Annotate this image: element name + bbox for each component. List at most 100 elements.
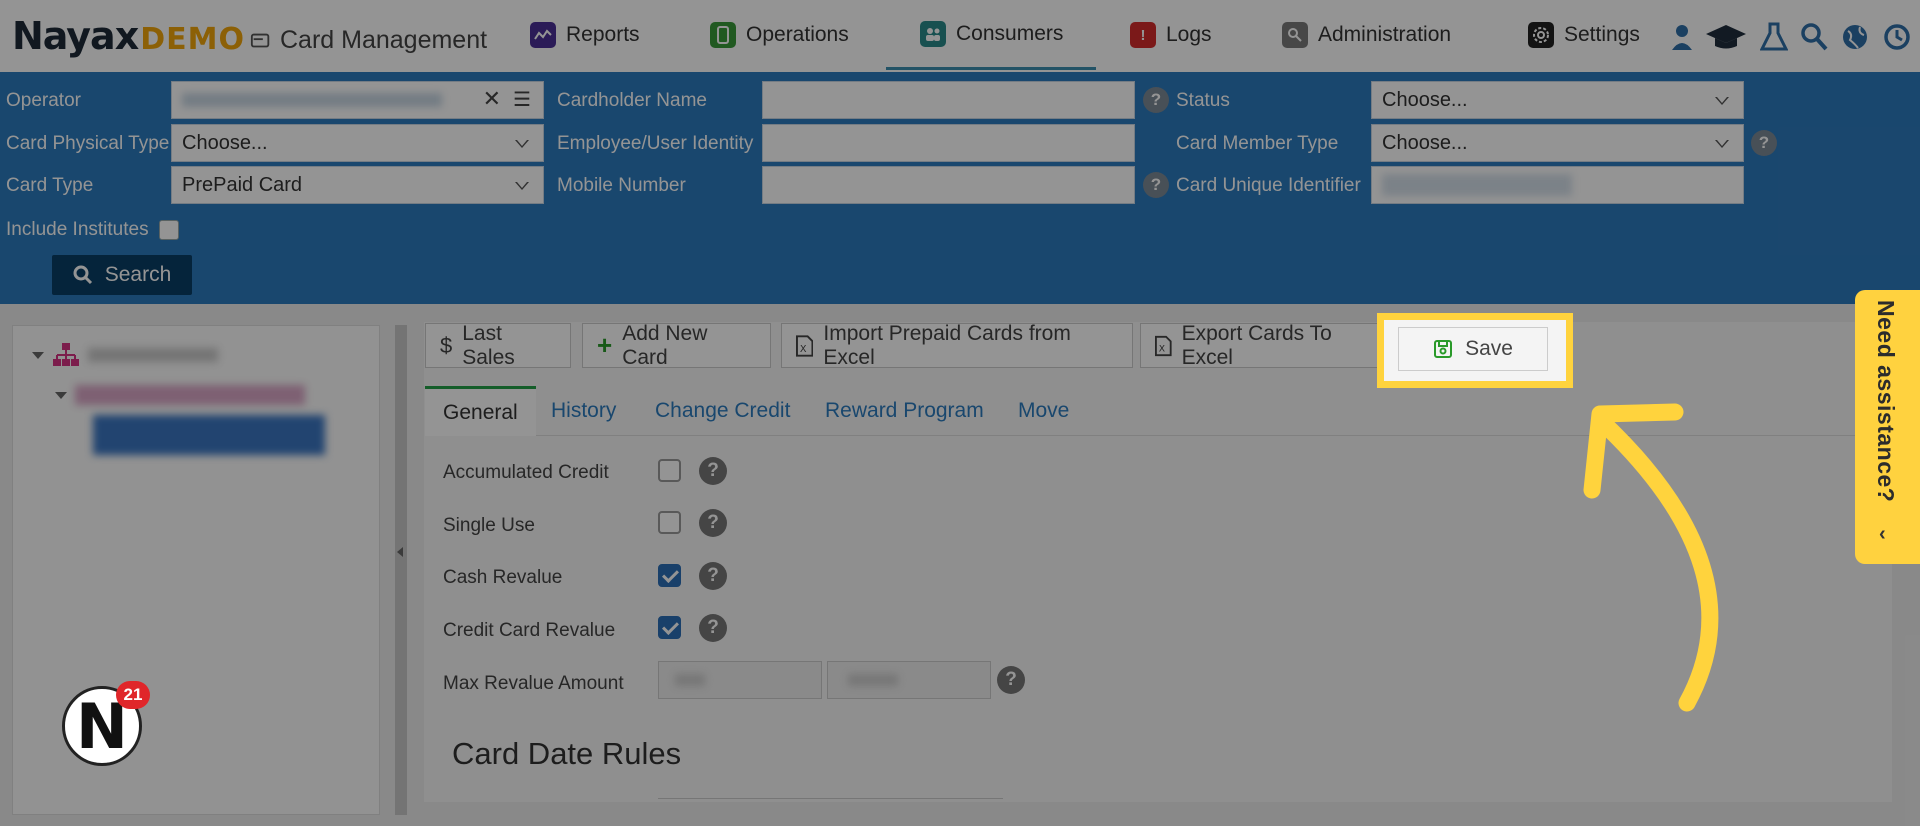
clear-icon[interactable]: ✕ <box>483 86 501 112</box>
tab-history[interactable]: History <box>551 386 616 436</box>
tab-move-label: Move <box>1018 399 1070 422</box>
nav-consumers[interactable]: Consumers <box>886 0 1096 70</box>
card-member-type-label: Card Member Type <box>1176 133 1339 154</box>
cardholder-name-input[interactable] <box>762 81 1135 119</box>
card-type-select[interactable]: PrePaid Card <box>171 166 544 204</box>
mobile-number-label: Mobile Number <box>557 175 686 196</box>
credit-card-revalue-help-icon[interactable]: ? <box>699 614 727 642</box>
max-revalue-currency-input[interactable] <box>827 661 991 699</box>
include-institutes-checkbox[interactable] <box>159 220 179 240</box>
save-label: Save <box>1465 337 1513 360</box>
tree-node-child[interactable] <box>55 385 305 405</box>
tab-history-label: History <box>551 399 617 422</box>
administration-icon <box>1282 22 1308 48</box>
dollar-icon: $ <box>440 332 453 358</box>
card-physical-type-value: Choose... <box>182 131 268 154</box>
operations-icon <box>710 22 736 48</box>
app-title: Card Management <box>250 26 487 55</box>
nav-administration-label: Administration <box>1318 23 1452 46</box>
tab-reward-program[interactable]: Reward Program <box>825 386 984 436</box>
operator-value-blurred <box>182 93 442 107</box>
status-select[interactable]: Choose... <box>1371 81 1744 119</box>
accumulated-credit-checkbox[interactable] <box>658 459 681 482</box>
logo-demo-text: DEMO <box>140 22 245 57</box>
max-revalue-currency-blurred <box>848 674 898 686</box>
card-member-type-help-icon[interactable]: ? <box>1751 130 1777 156</box>
add-new-card-button[interactable]: + Add New Card <box>582 322 771 369</box>
tab-general-label: General <box>443 400 518 424</box>
collapse-arrow-icon[interactable] <box>397 547 403 557</box>
clock-icon[interactable] <box>1882 22 1912 52</box>
card-unique-identifier-input[interactable] <box>1371 166 1744 204</box>
user-icon[interactable] <box>1670 22 1700 52</box>
app-title-text: Card Management <box>280 26 488 54</box>
single-use-help-icon[interactable]: ? <box>699 509 727 537</box>
save-button[interactable]: Save <box>1398 327 1548 371</box>
globe-icon[interactable] <box>1840 22 1870 52</box>
panel-splitter[interactable] <box>395 325 407 815</box>
accumulated-credit-help-icon[interactable]: ? <box>699 457 727 485</box>
search-button-label: Search <box>104 263 172 286</box>
tree-expand-icon[interactable] <box>32 351 44 359</box>
last-sales-label: Last Sales <box>462 321 515 369</box>
tab-change-credit[interactable]: Change Credit <box>655 386 790 436</box>
credit-card-revalue-label: Credit Card Revalue <box>443 620 616 641</box>
operator-label: Operator <box>6 90 81 111</box>
cash-revalue-checkbox[interactable] <box>658 564 681 587</box>
nav-settings-label: Settings <box>1564 23 1640 46</box>
tree-node-selected-blurred[interactable] <box>93 415 325 455</box>
nav-administration[interactable]: Administration <box>1282 0 1451 70</box>
consumers-icon <box>920 20 946 47</box>
tree-node-root[interactable] <box>32 342 218 368</box>
nav-settings[interactable]: Settings <box>1528 0 1640 70</box>
import-prepaid-cards-button[interactable]: X Import Prepaid Cards from Excel <box>781 322 1133 369</box>
filter-panel: Operator ✕ ☰ Cardholder Name ? Status Ch… <box>0 72 1920 304</box>
max-revalue-amount-input[interactable] <box>658 661 822 699</box>
list-icon[interactable]: ☰ <box>513 87 531 112</box>
svg-text:X: X <box>1159 343 1166 354</box>
credit-card-revalue-checkbox[interactable] <box>658 616 681 639</box>
operator-field[interactable]: ✕ ☰ <box>171 81 544 119</box>
cash-revalue-help-icon[interactable]: ? <box>699 562 727 590</box>
save-disk-icon <box>1434 340 1453 358</box>
nayax-logo[interactable]: NayaxDEMO <box>12 14 245 58</box>
chat-unread-badge: 21 <box>116 681 150 709</box>
right-toolbar-icons <box>1670 22 1912 52</box>
cash-revalue-label: Cash Revalue <box>443 567 563 588</box>
employee-identity-input[interactable] <box>762 124 1135 162</box>
export-cards-button[interactable]: X Export Cards To Excel <box>1140 322 1388 369</box>
nav-operations[interactable]: Operations <box>710 0 849 70</box>
last-sales-button[interactable]: $ Last Sales <box>425 321 571 369</box>
tab-general[interactable]: General <box>425 386 536 436</box>
mobile-number-input[interactable] <box>762 166 1135 204</box>
org-hierarchy-icon <box>53 343 79 366</box>
status-value: Choose... <box>1382 88 1468 111</box>
card-type-value: PrePaid Card <box>182 173 303 196</box>
assist-chevron-left-icon[interactable]: ‹ <box>1879 523 1886 546</box>
card-member-type-select[interactable]: Choose... <box>1371 124 1744 162</box>
card-management-icon <box>250 33 270 47</box>
nav-logs-label: Logs <box>1166 23 1212 46</box>
mobile-number-help-icon[interactable]: ? <box>1143 172 1169 198</box>
reports-icon <box>530 22 556 48</box>
search-button[interactable]: Search <box>52 255 192 295</box>
single-use-checkbox[interactable] <box>658 511 681 534</box>
single-use-label: Single Use <box>443 515 535 536</box>
max-revalue-help-icon[interactable]: ? <box>997 666 1025 694</box>
top-navigation-bar: NayaxDEMO Card Management Reports Operat… <box>0 0 1920 72</box>
nav-consumers-label: Consumers <box>956 21 1064 45</box>
search-icon[interactable] <box>1800 22 1828 52</box>
tree-expand-icon[interactable] <box>55 391 67 399</box>
logs-icon: ! <box>1130 22 1156 48</box>
max-revalue-amount-label: Max Revalue Amount <box>443 673 624 694</box>
tab-move[interactable]: Move <box>1018 386 1069 436</box>
nav-logs[interactable]: ! Logs <box>1130 0 1212 70</box>
card-physical-type-select[interactable]: Choose... <box>171 124 544 162</box>
lab-flask-icon[interactable] <box>1759 22 1789 52</box>
svg-text:X: X <box>800 343 807 354</box>
graduation-cap-icon[interactable] <box>1704 22 1748 52</box>
cardholder-help-icon[interactable]: ? <box>1143 87 1169 113</box>
employee-identity-label: Employee/User Identity <box>557 133 754 154</box>
nav-reports[interactable]: Reports <box>530 0 640 70</box>
logo-text: Nayax <box>12 14 139 58</box>
